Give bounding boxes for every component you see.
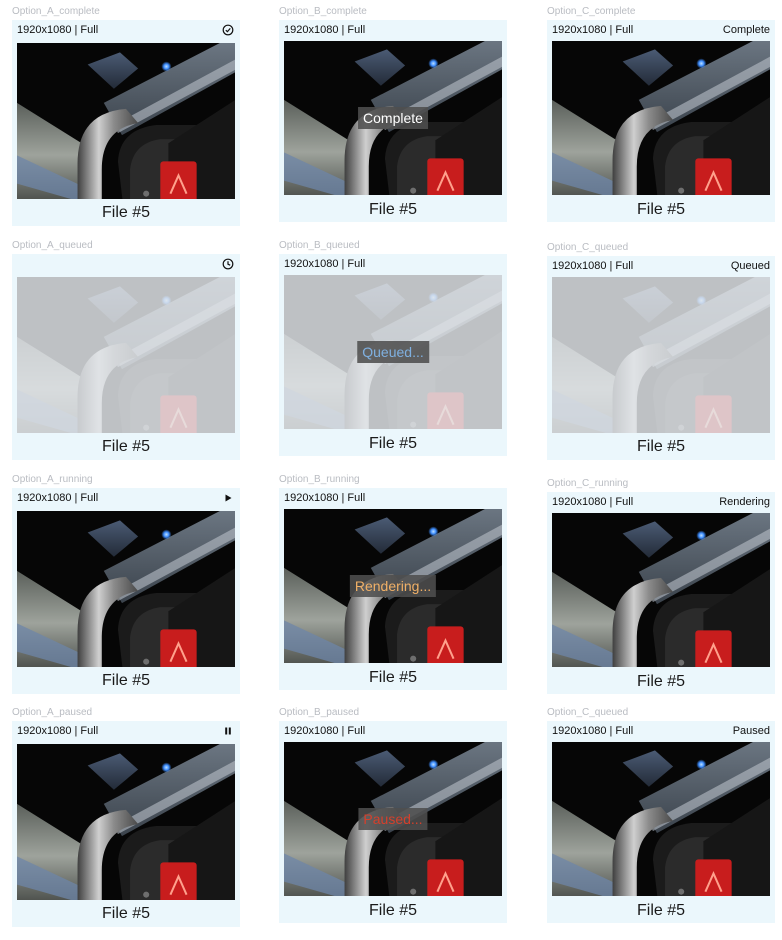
option-label: Option_A_paused [12,707,93,718]
check-circle-icon [221,24,235,37]
card-header: 1920x1080 | Full Rendering [552,495,770,510]
status-text: Complete [722,24,770,36]
status-overlay: Rendering... [349,575,437,597]
render-card-option-b-running[interactable]: 1920x1080 | Full Rendering... File #5 [279,488,507,690]
render-thumbnail [17,277,235,433]
card-header: 1920x1080 | Full [284,491,502,506]
pause-icon [221,725,235,738]
resolution-text: 1920x1080 | Full [552,496,634,508]
status-text: Paused [732,725,770,737]
card-header: 1920x1080 | Full Paused [552,724,770,739]
file-name: File #5 [636,673,686,690]
resolution-text: 1920x1080 | Full [17,24,99,36]
clock-icon [221,258,235,271]
render-card-option-c-complete[interactable]: 1920x1080 | Full Complete File #5 [547,20,775,222]
option-label: Option_A_running [12,474,93,485]
resolution-text: 1920x1080 | Full [17,725,99,737]
render-thumbnail [17,511,235,667]
status-overlay: Paused... [358,808,428,830]
card-header: 1920x1080 | Full Complete [552,23,770,38]
render-thumbnail: Paused... [284,742,502,896]
play-icon [221,492,235,505]
file-name: File #5 [101,438,151,455]
option-label: Option_C_queued [547,707,629,718]
render-thumbnail [17,43,235,199]
file-name: File #5 [101,905,151,922]
resolution-text: 1920x1080 | Full [552,725,634,737]
card-header: 1920x1080 | Full [284,23,502,38]
option-label: Option_B_paused [279,707,360,718]
option-label: Option_C_queued [547,242,629,253]
option-label: Option_C_complete [547,6,636,17]
render-thumbnail [552,742,770,896]
render-thumbnail [552,513,770,667]
resolution-text: 1920x1080 | Full [284,24,366,36]
status-overlay: Queued... [357,341,429,363]
card-header: 1920x1080 | Full [284,724,502,739]
file-name: File #5 [101,204,151,221]
file-name: File #5 [368,902,418,919]
render-card-option-a-paused[interactable]: 1920x1080 | Full File #5 [12,721,240,927]
render-thumbnail [17,744,235,900]
card-header: 1920x1080 | Full [284,257,502,272]
card-header: 1920x1080 | Full [17,724,235,739]
status-overlay: Complete [358,107,428,129]
option-label: Option_B_queued [279,240,360,251]
render-card-option-a-queued[interactable]: File #5 [12,254,240,460]
resolution-text: 1920x1080 | Full [284,258,366,270]
render-card-option-c-running[interactable]: 1920x1080 | Full Rendering File #5 [547,492,775,694]
render-thumbnail: Complete [284,41,502,195]
render-card-option-b-queued[interactable]: 1920x1080 | Full Queued... File #5 [279,254,507,456]
resolution-text: 1920x1080 | Full [17,492,99,504]
file-name: File #5 [368,669,418,686]
card-header: 1920x1080 | Full [17,23,235,38]
resolution-text: 1920x1080 | Full [284,725,366,737]
file-name: File #5 [368,201,418,218]
file-name: File #5 [368,435,418,452]
option-label: Option_A_queued [12,240,93,251]
status-text: Queued [730,260,770,272]
option-label: Option_C_running [547,478,629,489]
resolution-text: 1920x1080 | Full [284,492,366,504]
file-name: File #5 [636,902,686,919]
render-thumbnail: Rendering... [284,509,502,663]
render-card-option-a-complete[interactable]: 1920x1080 | Full File #5 [12,20,240,226]
file-name: File #5 [101,672,151,689]
card-header: 1920x1080 | Full [17,491,235,506]
render-card-option-a-running[interactable]: 1920x1080 | Full File #5 [12,488,240,694]
render-thumbnail: Queued... [284,275,502,429]
resolution-text: 1920x1080 | Full [552,24,634,36]
card-header [17,257,235,272]
resolution-text: 1920x1080 | Full [552,260,634,272]
card-header: 1920x1080 | Full Queued [552,259,770,274]
render-thumbnail [552,277,770,433]
render-thumbnail [552,41,770,195]
file-name: File #5 [636,201,686,218]
option-label: Option_B_complete [279,6,367,17]
render-card-option-b-complete[interactable]: 1920x1080 | Full Complete File #5 [279,20,507,222]
render-card-option-b-paused[interactable]: 1920x1080 | Full Paused... File #5 [279,721,507,923]
status-text: Rendering [719,496,770,508]
file-name: File #5 [636,438,686,455]
option-label: Option_B_running [279,474,360,485]
render-card-option-c-queued[interactable]: 1920x1080 | Full Queued File #5 [547,256,775,460]
option-label: Option_A_complete [12,6,100,17]
render-card-option-c-paused[interactable]: 1920x1080 | Full Paused File #5 [547,721,775,923]
